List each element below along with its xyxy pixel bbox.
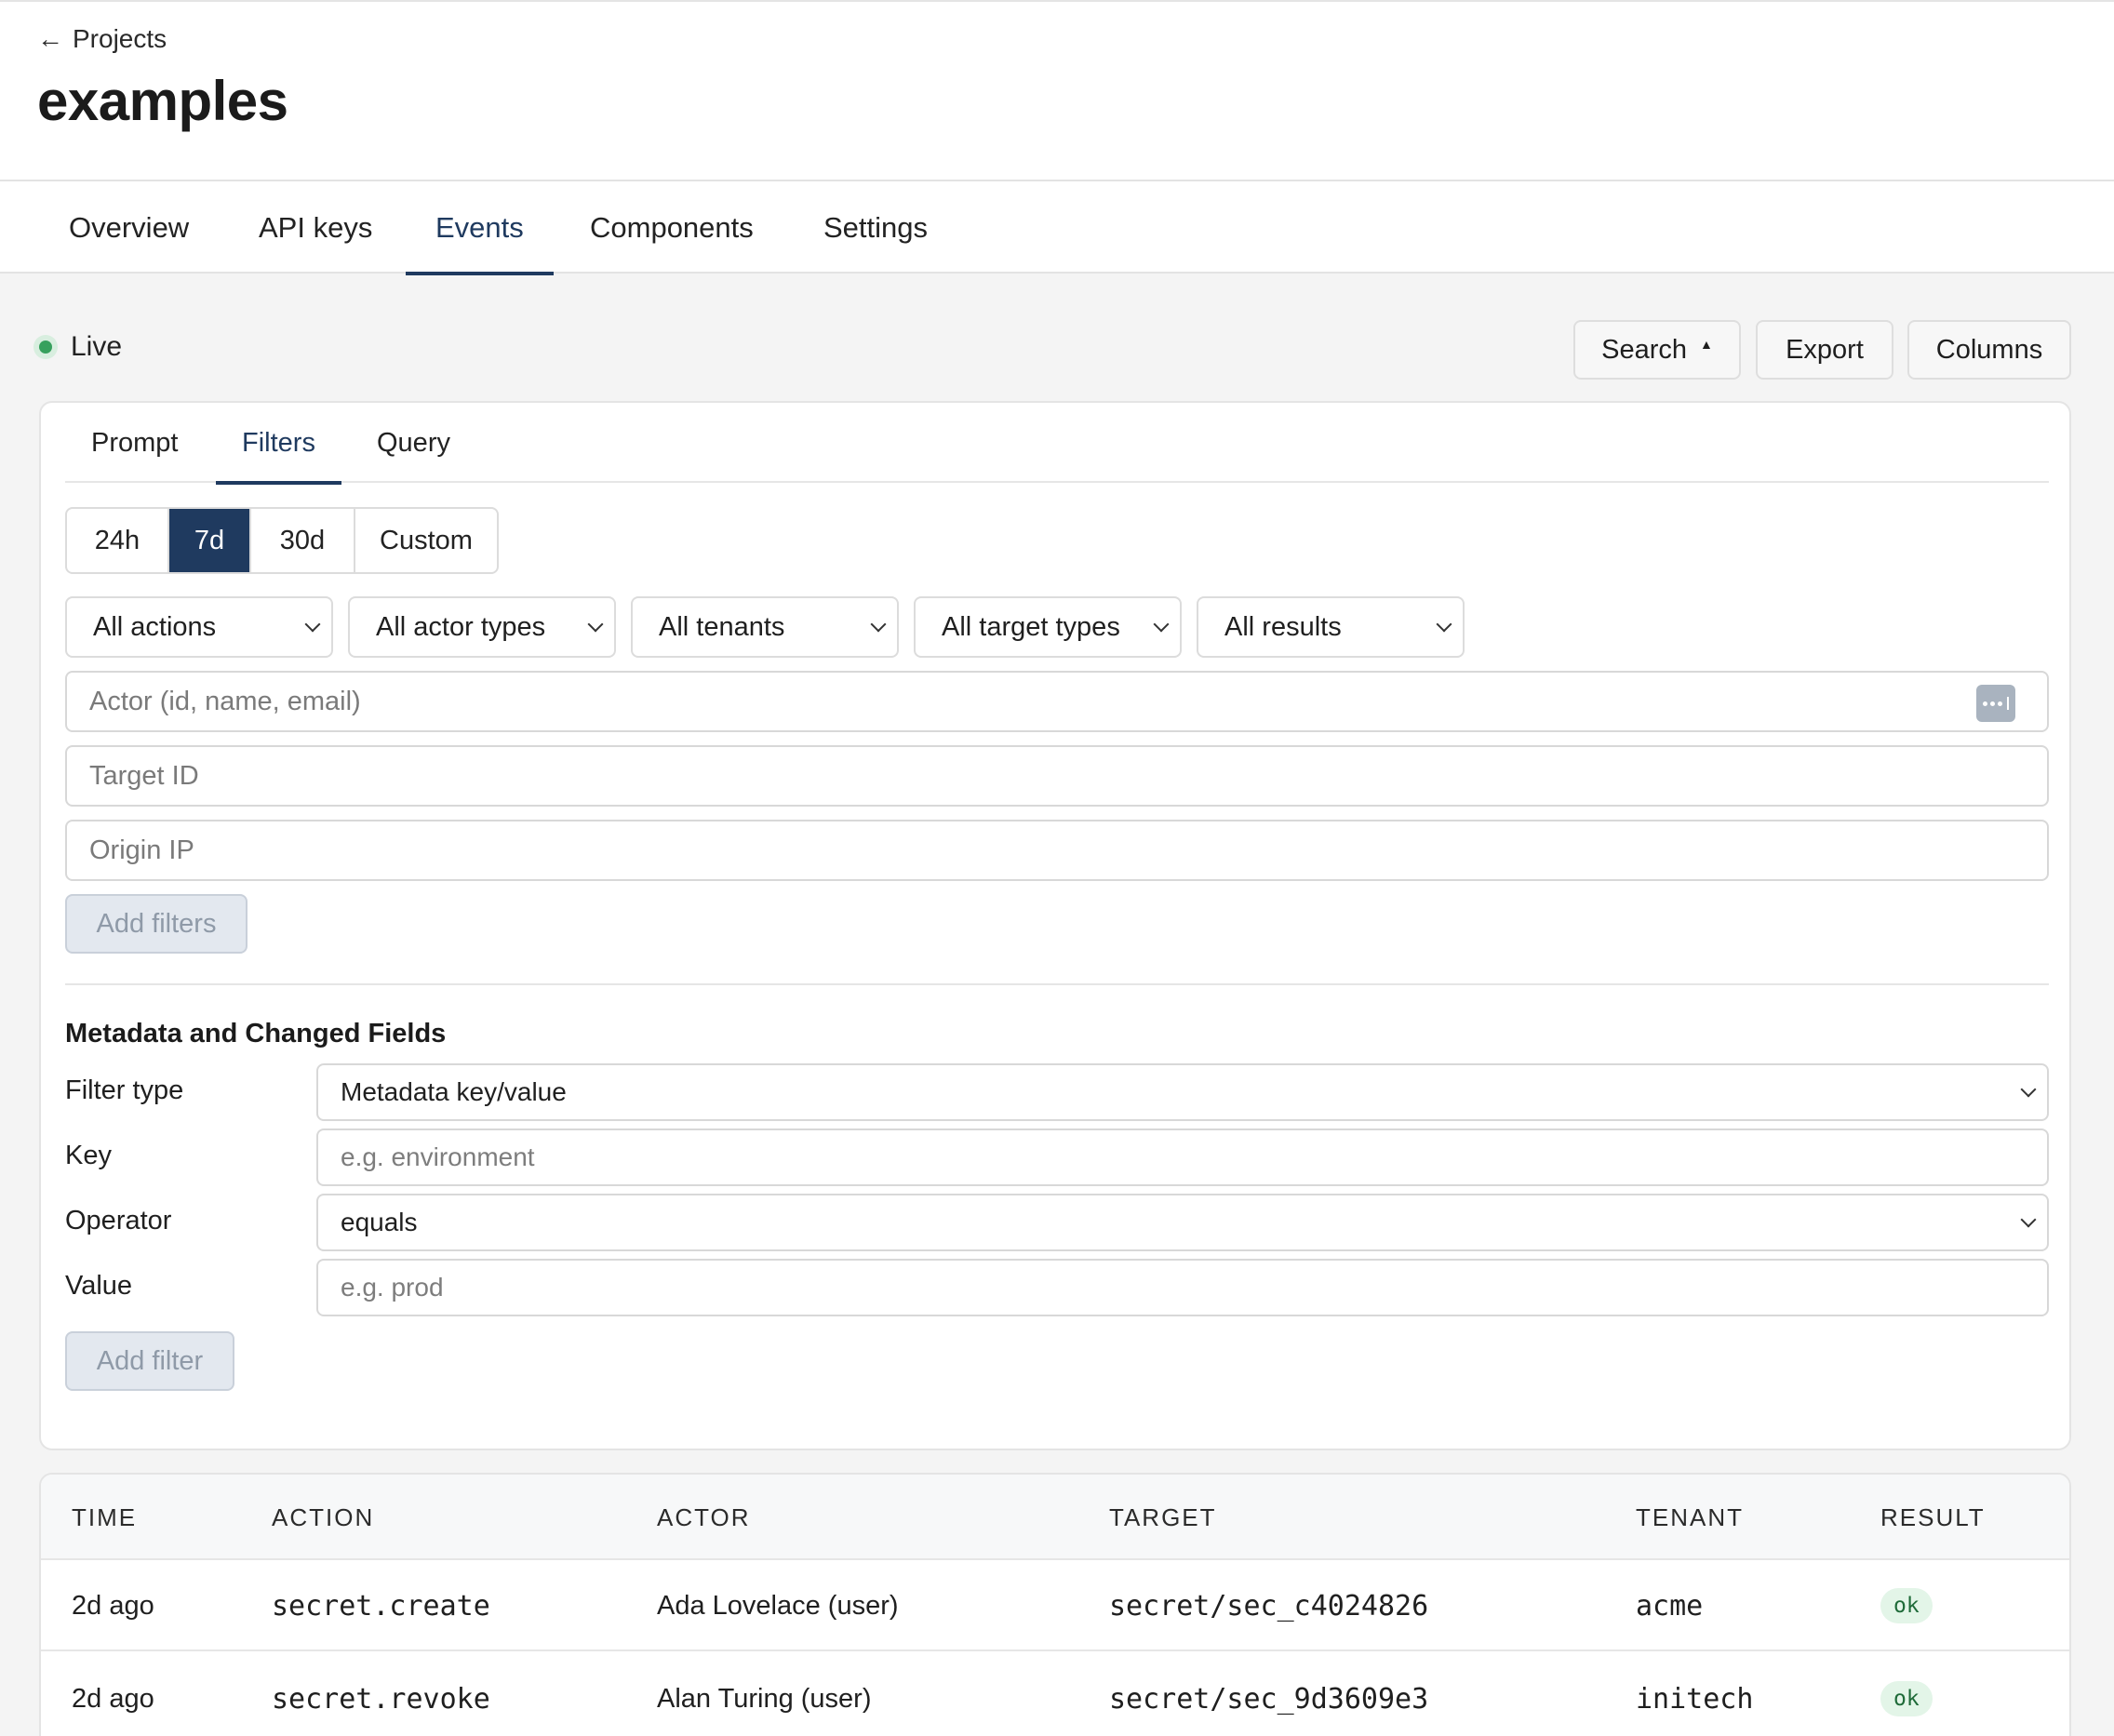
live-status-dot-icon [33, 335, 58, 359]
tab-api-keys[interactable]: API keys [229, 181, 402, 274]
cell-action: secret.revoke [272, 1682, 490, 1716]
chevron-down-icon [304, 616, 321, 633]
page-header: ← Projects examples [0, 0, 2114, 181]
actor-types-select[interactable]: All actor types [348, 596, 616, 658]
results-select-value: All results [1224, 611, 1342, 642]
export-button[interactable]: Export [1756, 320, 1893, 380]
search-mode-tabs: Prompt Filters Query [65, 403, 2049, 485]
tab-settings[interactable]: Settings [794, 181, 957, 274]
columns-button[interactable]: Columns [1907, 320, 2071, 380]
live-indicator[interactable]: Live [33, 331, 122, 363]
page-title: examples [37, 70, 288, 132]
filter-type-select[interactable]: Metadata key/value [316, 1063, 2049, 1121]
tenants-select-value: All tenants [659, 611, 785, 642]
value-label: Value [65, 1271, 133, 1301]
target-id-input[interactable] [89, 760, 2025, 792]
tab-components[interactable]: Components [560, 181, 783, 274]
target-types-select[interactable]: All target types [914, 596, 1182, 658]
chevron-down-icon [587, 616, 604, 633]
cell-actor: Alan Turing (user) [657, 1683, 872, 1714]
origin-ip-field [65, 820, 2049, 881]
cell-time: 2d ago [72, 1683, 154, 1714]
origin-ip-input[interactable] [89, 835, 2025, 866]
actions-select[interactable]: All actions [65, 596, 333, 658]
actor-search-input[interactable] [89, 686, 2025, 717]
cell-time: 2d ago [72, 1590, 154, 1621]
tab-filters[interactable]: Filters [216, 403, 341, 485]
filter-type-label: Filter type [65, 1075, 184, 1105]
value-field [316, 1259, 2049, 1316]
metadata-section-title: Metadata and Changed Fields [65, 1019, 447, 1048]
target-id-field [65, 745, 2049, 807]
project-nav-tabs: Overview API keys Events Components Sett… [0, 181, 2114, 275]
chevron-down-icon [1436, 616, 1452, 633]
search-panel: Prompt Filters Query 24h 7d 30d Custom A… [39, 401, 2071, 1450]
chevron-down-icon [2020, 1081, 2037, 1098]
tab-events[interactable]: Events [406, 181, 554, 275]
search-toggle-button[interactable]: Search ▲ [1573, 320, 1741, 380]
columns-button-label: Columns [1935, 334, 2043, 365]
range-7d[interactable]: 7d [169, 509, 251, 572]
column-header-time[interactable]: TIME [72, 1475, 137, 1560]
time-range-selector: 24h 7d 30d Custom [65, 507, 499, 574]
tab-prompt[interactable]: Prompt [65, 403, 204, 483]
cell-target: secret/sec_9d3609e3 [1109, 1682, 1429, 1716]
filter-type-value: Metadata key/value [341, 1077, 567, 1106]
results-select[interactable]: All results [1197, 596, 1465, 658]
table-header: TIME ACTION ACTOR TARGET TENANT RESULT [41, 1475, 2069, 1560]
range-30d[interactable]: 30d [251, 509, 355, 572]
chevron-down-icon [1153, 616, 1170, 633]
tenants-select[interactable]: All tenants [631, 596, 899, 658]
operator-value: equals [341, 1208, 418, 1236]
export-button-label: Export [1786, 334, 1864, 365]
key-label: Key [65, 1141, 112, 1170]
tab-overview[interactable]: Overview [39, 181, 219, 274]
tab-query[interactable]: Query [351, 403, 476, 483]
caret-up-icon: ▲ [1700, 337, 1713, 352]
cell-result: ok [1880, 1560, 1933, 1651]
section-divider [65, 983, 2049, 985]
value-input[interactable] [341, 1273, 2034, 1302]
status-badge: ok [1880, 1681, 1933, 1716]
back-link-label: Projects [73, 24, 167, 53]
cell-tenant: acme [1636, 1589, 1704, 1622]
target-types-select-value: All target types [942, 611, 1120, 642]
column-header-actor[interactable]: ACTOR [657, 1475, 751, 1560]
chevron-down-icon [2020, 1211, 2037, 1228]
operator-label: Operator [65, 1206, 172, 1235]
cell-action: secret.create [272, 1589, 490, 1622]
add-filters-button[interactable]: Add filters [65, 894, 248, 954]
table-row[interactable]: 2d ago secret.revoke Alan Turing (user) … [41, 1653, 2069, 1736]
password-manager-icon[interactable] [1976, 685, 2015, 722]
column-header-tenant[interactable]: TENANT [1636, 1475, 1744, 1560]
actor-search-field [65, 671, 2049, 732]
arrow-left-icon: ← [37, 24, 63, 53]
operator-select[interactable]: equals [316, 1194, 2049, 1251]
range-24h[interactable]: 24h [67, 509, 169, 572]
column-header-action[interactable]: ACTION [272, 1475, 374, 1560]
cell-result: ok [1880, 1653, 1933, 1736]
column-header-result[interactable]: RESULT [1880, 1475, 1986, 1560]
key-input[interactable] [341, 1142, 2034, 1172]
actor-types-select-value: All actor types [376, 611, 546, 642]
add-filter-button[interactable]: Add filter [65, 1331, 234, 1391]
cell-actor: Ada Lovelace (user) [657, 1590, 899, 1621]
live-label: Live [71, 331, 123, 362]
cell-tenant: initech [1636, 1682, 1754, 1716]
range-custom[interactable]: Custom [355, 509, 497, 572]
chevron-down-icon [870, 616, 887, 633]
search-button-label: Search [1601, 334, 1688, 365]
back-to-projects-link[interactable]: ← Projects [37, 24, 167, 54]
table-row[interactable]: 2d ago secret.create Ada Lovelace (user)… [41, 1560, 2069, 1651]
cell-target: secret/sec_c4024826 [1109, 1589, 1429, 1622]
column-header-target[interactable]: TARGET [1109, 1475, 1217, 1560]
status-badge: ok [1880, 1588, 1933, 1623]
events-table: TIME ACTION ACTOR TARGET TENANT RESULT 2… [39, 1473, 2071, 1736]
actions-select-value: All actions [93, 611, 217, 642]
key-field [316, 1128, 2049, 1186]
